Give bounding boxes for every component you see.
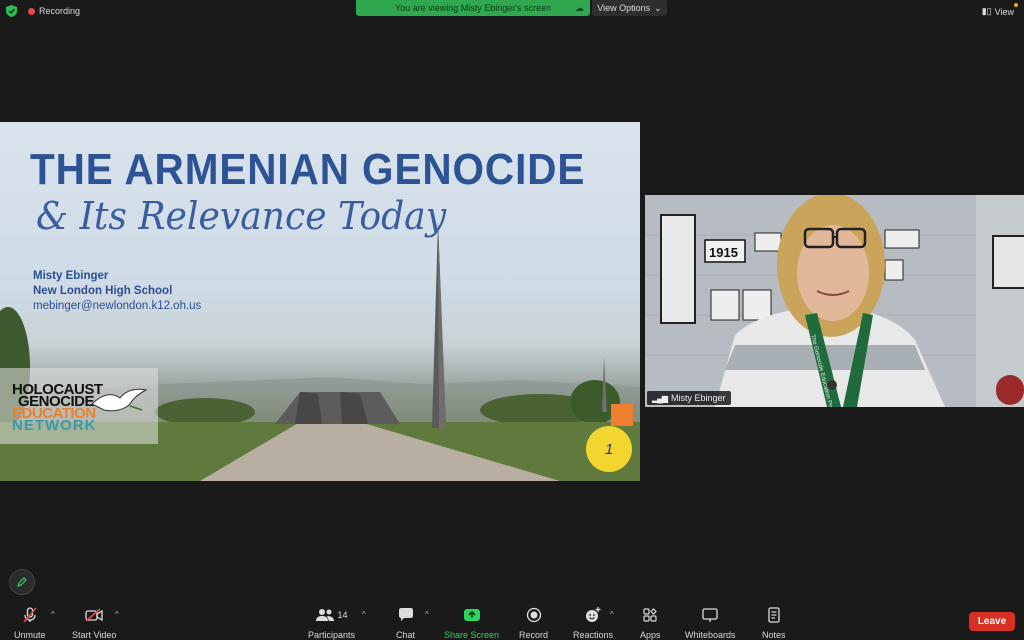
view-options-label: View Options [597,3,651,13]
record-button[interactable]: Record [519,606,548,640]
notes-button[interactable]: Notes [762,606,786,640]
participants-count: 14 [337,610,348,620]
presenter-school: New London High School [33,285,173,297]
chevron-down-icon: ⌄ [654,2,662,13]
organization-logo: HOLOCAUST GENOCIDE EDUCATION NETWORK [0,368,158,444]
apps-button[interactable]: Apps [640,606,661,640]
share-screen-icon [463,609,480,621]
whiteboard-icon [702,608,718,622]
chat-bubble-icon [398,608,413,621]
signal-strength-icon: ▂▄▆ [652,393,668,403]
audio-options-chevron-icon[interactable]: ^ [51,610,55,619]
microphone-muted-icon [23,607,37,623]
participant-name: Misty Ebinger [670,393,726,403]
layout-icon: ▮▯ [981,6,992,16]
record-label: Record [519,630,549,640]
chat-label: Chat [396,630,416,640]
dove-icon [91,388,148,412]
poster-1915: 1915 [709,245,738,260]
presenter-email: mebinger@newlondon.k12.oh.us [33,300,202,312]
cloud-icon: ☁ [575,3,584,13]
participants-button[interactable]: 14 Participants [308,606,355,640]
participants-icon [315,609,334,621]
share-screen-label: Share Screen [444,630,500,640]
reactions-button[interactable]: Reactions [573,606,613,640]
presenter-info: Misty Ebinger New London High School meb… [33,269,201,314]
reactions-options-chevron-icon[interactable]: ^ [610,610,614,619]
record-dot-icon [28,7,35,15]
slide-page-number: 1 [586,426,632,472]
chat-button[interactable]: Chat [396,606,415,640]
view-button[interactable]: ▮▯ View [981,3,1018,17]
notes-icon [768,607,780,623]
recording-label: Recording [39,6,81,16]
start-video-button[interactable]: Start Video [72,606,116,640]
notes-label: Notes [762,630,786,640]
meeting-top-bar: Recording You are viewing Misty Ebinger'… [0,0,1024,22]
meeting-toolbar: Unmute ^ Start Video ^ 14 Participants ^… [0,602,1024,640]
unmute-label: Unmute [14,630,46,640]
pencil-icon [17,577,27,587]
video-off-icon [85,608,103,622]
video-edge-wall [976,195,1024,407]
participant-video-tile[interactable]: 1915 The Genocide Education Project ▂▄▆ … [645,195,976,407]
viewing-banner: You are viewing Misty Ebinger's screen ☁ [356,0,590,16]
whiteboards-label: Whiteboards [685,630,736,640]
shared-screen-slide: THE ARMENIAN GENOCIDE & Its Relevance To… [0,122,640,481]
slide-accent [611,404,633,426]
apps-icon [643,608,658,622]
smiley-add-icon [586,607,601,622]
participants-options-chevron-icon[interactable]: ^ [362,610,366,619]
viewing-label: You are viewing Misty Ebinger's screen [395,3,551,13]
start-video-label: Start Video [72,630,117,640]
share-screen-button[interactable]: Share Screen [444,606,499,640]
view-label: View [994,6,1014,17]
recording-indicator[interactable]: Recording [28,6,80,16]
shield-check-icon[interactable] [6,5,17,17]
record-icon [526,607,541,623]
video-options-chevron-icon[interactable]: ^ [115,610,119,619]
leave-button[interactable]: Leave [969,612,1015,631]
participants-label: Participants [308,630,356,640]
participant-name-tag: ▂▄▆ Misty Ebinger [647,391,731,405]
slide-title: THE ARMENIAN GENOCIDE [30,145,586,194]
whiteboards-button[interactable]: Whiteboards [685,606,736,640]
logo-line-network: NETWORK [12,417,97,434]
annotate-button[interactable] [9,569,35,595]
view-options-button[interactable]: View Options ⌄ [592,0,667,16]
slide-subtitle: & Its Relevance Today [36,194,447,238]
participant-video: 1915 The Genocide Education Project [645,195,976,407]
presenter-name: Misty Ebinger [33,270,109,282]
apps-label: Apps [640,630,661,640]
reactions-label: Reactions [573,630,614,640]
unmute-button[interactable]: Unmute [14,606,46,640]
notification-dot [1014,3,1018,7]
chat-options-chevron-icon[interactable]: ^ [425,610,429,619]
